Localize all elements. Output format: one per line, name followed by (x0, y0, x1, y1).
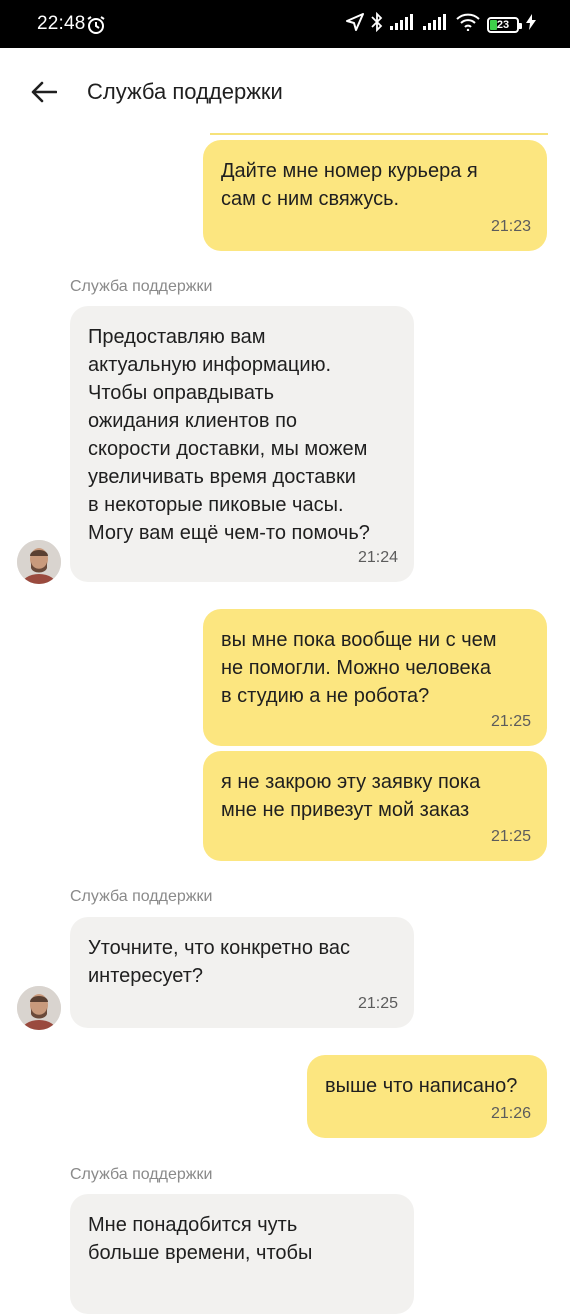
sender-name: Служба поддержки (70, 888, 213, 905)
message-support[interactable]: Предоставляю вам актуальную информацию. … (70, 306, 414, 582)
message-time: 21:25 (490, 828, 531, 845)
charging-icon (526, 14, 536, 35)
signal-icon (390, 14, 416, 35)
message-time: 21:26 (490, 1105, 531, 1122)
status-bar: 22:48 23 (0, 0, 570, 48)
message-user[interactable]: Дайте мне номер курьера я сам с ним свяж… (203, 140, 547, 251)
wifi-icon (456, 13, 480, 36)
status-time: 22:48 (37, 13, 86, 34)
message-text: Дайте мне номер курьера я сам с ним свяж… (221, 160, 478, 210)
message-text: Предоставляю вам актуальную информацию. … (88, 326, 370, 544)
message-support[interactable]: Уточните, что конкретно вас интересует? … (70, 917, 414, 1028)
avatar[interactable] (17, 986, 61, 1030)
previous-bubble-edge (210, 133, 548, 135)
location-icon (346, 13, 364, 36)
back-button[interactable] (22, 72, 66, 116)
signal-icon-2 (423, 14, 449, 35)
message-time: 21:24 (357, 549, 398, 566)
message-user[interactable]: выше что написано? 21:26 (307, 1055, 547, 1138)
message-user[interactable]: я не закрою эту заявку пока мне не приве… (203, 751, 547, 861)
battery-level: 23 (496, 18, 510, 31)
message-text: я не закрою эту заявку пока мне не приве… (221, 771, 481, 821)
alarm-icon (86, 15, 106, 40)
avatar[interactable] (17, 540, 61, 584)
message-support[interactable]: Мне понадобится чуть больше времени, что… (70, 1194, 414, 1314)
arrow-left-icon (31, 81, 58, 108)
message-text: выше что написано? (325, 1075, 518, 1097)
bluetooth-icon (371, 11, 383, 37)
sender-name: Служба поддержки (70, 1166, 213, 1183)
message-user[interactable]: вы мне пока вообще ни с чем не помогли. … (203, 609, 547, 746)
sender-name: Служба поддержки (70, 278, 213, 295)
message-time: 21:25 (357, 995, 398, 1012)
message-text: Мне понадобится чуть больше времени, что… (88, 1214, 313, 1264)
message-time: 21:23 (490, 218, 531, 235)
battery-icon: 23 (487, 16, 522, 33)
page-title: Служба поддержки (87, 79, 283, 104)
message-text: вы мне пока вообще ни с чем не помогли. … (221, 629, 497, 707)
message-text: Уточните, что конкретно вас интересует? (88, 937, 351, 987)
app-bar (0, 48, 570, 138)
message-time: 21:25 (490, 713, 531, 730)
